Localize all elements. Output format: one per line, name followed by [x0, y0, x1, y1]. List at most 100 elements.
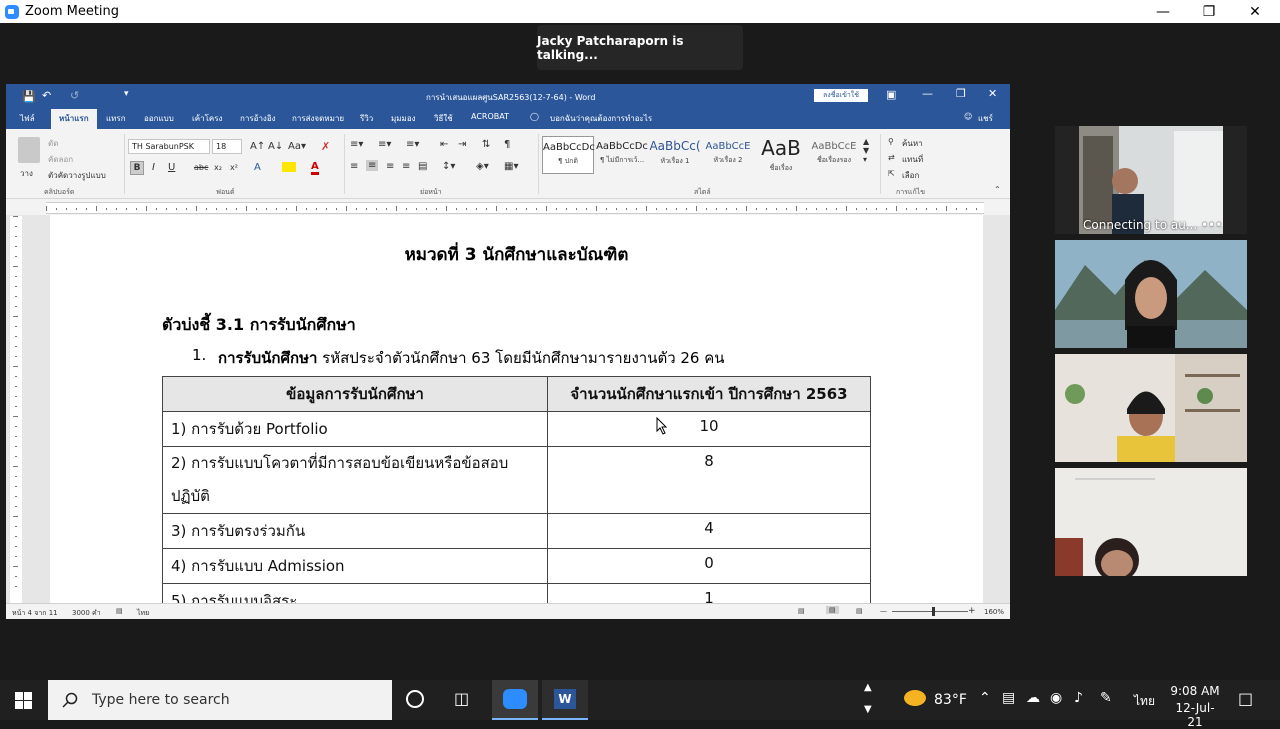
select-button[interactable]: เลือก	[902, 169, 919, 182]
zoom-slider[interactable]	[892, 611, 968, 612]
clear-format-icon[interactable]: ✗	[321, 140, 330, 153]
input-language[interactable]: ไทย	[1134, 692, 1155, 711]
copy-button[interactable]: คัดลอก	[48, 153, 73, 166]
word-count[interactable]: 3000 คำ	[72, 608, 101, 619]
cut-button[interactable]: ตัด	[48, 137, 58, 150]
show-marks-icon[interactable]: ¶	[504, 139, 510, 150]
page-count[interactable]: หน้า 4 จาก 11	[12, 608, 58, 619]
tab-acrobat[interactable]: ACROBAT	[471, 112, 509, 121]
print-layout-icon[interactable]: ▤	[826, 606, 839, 614]
numbering-icon[interactable]: ≡▾	[378, 139, 391, 150]
clock-date[interactable]: 12-Jul-21	[1170, 701, 1220, 729]
cortana-icon[interactable]	[406, 690, 424, 708]
tab-design[interactable]: ออกแบบ	[144, 112, 174, 125]
collapse-ribbon-icon[interactable]: ⌃	[994, 185, 1001, 194]
weather-temp[interactable]: 83°F	[934, 692, 967, 708]
superscript-icon[interactable]: x²	[230, 163, 238, 172]
sign-in-button[interactable]: ลงชื่อเข้าใช้	[814, 89, 868, 102]
tab-review[interactable]: รีวิว	[360, 112, 373, 125]
web-layout-icon[interactable]: ▤	[856, 607, 863, 615]
replace-button[interactable]: แทนที่	[902, 153, 923, 166]
bold-icon[interactable]: B	[130, 161, 144, 175]
styles-scroll-icon[interactable]: ▲ ▼ ▾	[863, 137, 869, 164]
document-page[interactable]: หมวดที่ 3 นักศึกษาและบัณฑิต ตัวบ่งชี้ 3.…	[50, 215, 983, 607]
proofing-icon[interactable]: ▤	[116, 607, 123, 615]
tab-file[interactable]: ไฟล์	[20, 112, 35, 125]
save-icon[interactable]: 💾	[22, 90, 36, 103]
volume-icon[interactable]: ♪	[1074, 690, 1083, 706]
horizontal-ruler[interactable]	[46, 202, 984, 214]
style-heading-2[interactable]: AaBbCcE หัวเรื่อง 2	[702, 136, 754, 174]
font-color-icon[interactable]: A	[311, 161, 319, 175]
increase-indent-icon[interactable]: ⇥	[458, 139, 466, 150]
notifications-icon[interactable]: □	[1238, 689, 1253, 708]
paste-button[interactable]: วาง	[20, 167, 33, 180]
participant-video-4[interactable]	[1055, 468, 1247, 576]
align-center-icon[interactable]: ≡	[366, 160, 379, 171]
undo-icon[interactable]: ↶	[42, 89, 51, 102]
font-name-select[interactable]: TH SarabunPSK	[128, 139, 210, 154]
word-close-icon[interactable]: ✕	[988, 87, 997, 100]
task-view-icon[interactable]: ◫	[454, 689, 469, 708]
minimize-icon[interactable]: —	[1140, 0, 1186, 23]
participant-video-1[interactable]: Connecting to au... •••	[1079, 126, 1223, 234]
tab-home[interactable]: หน้าแรก	[51, 109, 97, 131]
windows-start-icon[interactable]	[15, 692, 32, 709]
word-restore-icon[interactable]: ❐	[956, 87, 966, 100]
redo-icon[interactable]: ↺	[70, 89, 79, 102]
zoom-slider-thumb[interactable]	[932, 607, 935, 616]
italic-icon[interactable]: I	[152, 162, 155, 173]
language-indicator[interactable]: ไทย	[137, 608, 149, 619]
shared-screen-word-window[interactable]: 💾 ↶ ↺ ▾ การนำเสนอแผลศูนSAR2563(12-7-64) …	[6, 84, 1010, 619]
tab-layout[interactable]: เค้าโครง	[192, 112, 222, 125]
tab-mailings[interactable]: การส่งจดหมาย	[292, 112, 344, 125]
highlight-icon[interactable]	[282, 162, 296, 172]
style-title[interactable]: AaB ชื่อเรื่อง	[755, 136, 807, 174]
distributed-icon[interactable]: ▤	[418, 161, 427, 172]
shading-icon[interactable]: ◈▾	[476, 161, 489, 172]
pen-icon[interactable]: ✎	[1100, 690, 1112, 706]
show-hidden-icons-icon[interactable]: ⌃	[979, 690, 991, 706]
subscript-icon[interactable]: x₂	[214, 163, 222, 172]
tab-help[interactable]: วิธีใช้	[434, 112, 453, 125]
borders-icon[interactable]: ▦▾	[504, 161, 518, 172]
restore-icon[interactable]: ❐	[1186, 0, 1232, 23]
zoom-in-icon[interactable]: +	[968, 606, 976, 616]
zoom-level[interactable]: 160%	[984, 608, 1004, 616]
sort-icon[interactable]: ⇅	[482, 139, 490, 150]
find-button[interactable]: ค้นหา	[902, 137, 923, 150]
decrease-indent-icon[interactable]: ⇤	[440, 139, 448, 150]
justify-icon[interactable]: ≡	[402, 161, 410, 172]
style-subtitle[interactable]: AaBbCcE ชื่อเรื่องรอง	[808, 136, 860, 174]
line-spacing-icon[interactable]: ↕▾	[442, 161, 455, 172]
style-normal[interactable]: AaBbCcDc ¶ ปกติ	[542, 136, 595, 174]
scroll-up-icon[interactable]: ▲	[864, 682, 872, 693]
customize-qat-icon[interactable]: ▾	[124, 89, 129, 99]
underline-icon[interactable]: U	[168, 162, 175, 173]
font-size-select[interactable]: 18	[212, 139, 242, 154]
change-case-icon[interactable]: Aa▾	[288, 141, 306, 152]
read-mode-icon[interactable]: ▤	[798, 607, 805, 615]
tab-references[interactable]: การอ้างอิง	[240, 112, 276, 125]
format-painter-button[interactable]: ตัวคัดวางรูปแบบ	[48, 169, 106, 182]
scroll-down-icon[interactable]: ▼	[864, 704, 872, 715]
weather-icon[interactable]	[904, 690, 926, 706]
clock-time[interactable]: 9:08 AM	[1170, 684, 1220, 698]
participant-video-3[interactable]	[1055, 354, 1247, 462]
share-button[interactable]: แชร์	[978, 112, 993, 125]
text-effects-icon[interactable]: A	[254, 162, 261, 173]
align-left-icon[interactable]: ≡	[350, 161, 358, 172]
style-no-spacing[interactable]: AaBbCcDc ¶ ไม่มีการเว้...	[596, 136, 648, 174]
strikethrough-icon[interactable]: abc	[194, 163, 208, 172]
participant-video-2[interactable]	[1055, 240, 1247, 348]
word-minimize-icon[interactable]: —	[922, 87, 933, 100]
grow-font-icon[interactable]: A↑	[250, 141, 265, 152]
tab-view[interactable]: มุมมอง	[391, 112, 416, 125]
tell-me-search[interactable]: บอกฉันว่าคุณต้องการทำอะไร	[550, 112, 652, 125]
close-icon[interactable]: ✕	[1232, 0, 1278, 23]
align-right-icon[interactable]: ≡	[386, 161, 394, 172]
ribbon-display-icon[interactable]: ▣	[886, 88, 896, 101]
paste-icon[interactable]	[18, 137, 40, 163]
multilevel-list-icon[interactable]: ≡▾	[406, 139, 419, 150]
tab-insert[interactable]: แทรก	[106, 112, 126, 125]
